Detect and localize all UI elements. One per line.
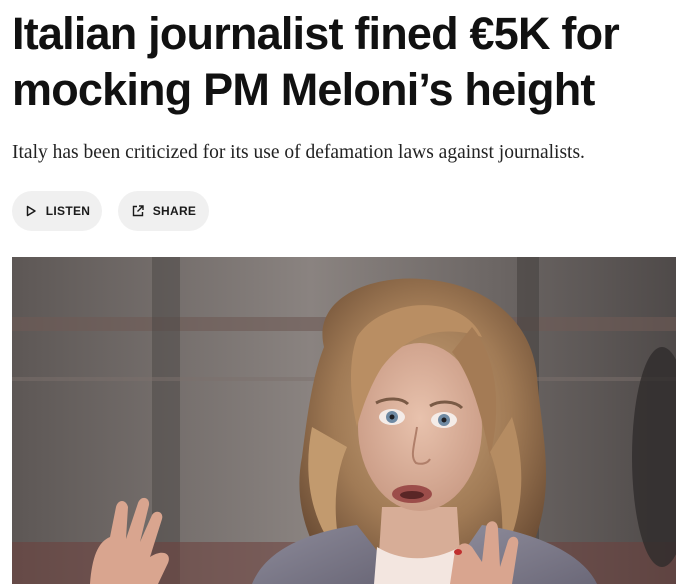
headline: Italian journalist fined €5K for mocking… (12, 6, 676, 118)
subheadline: Italy has been criticized for its use of… (12, 142, 585, 163)
headline-line-2: mocking PM Meloni’s height (12, 64, 595, 115)
share-label: SHARE (152, 204, 197, 218)
share-external-icon (131, 204, 145, 218)
share-button[interactable]: SHARE (118, 191, 209, 231)
play-icon (24, 204, 38, 218)
article: Italian journalist fined €5K for mocking… (0, 0, 680, 584)
listen-button[interactable]: LISTEN (12, 191, 102, 231)
article-photo (12, 257, 676, 584)
listen-label: LISTEN (45, 204, 91, 218)
headline-line-1: Italian journalist fined €5K for (12, 8, 620, 59)
